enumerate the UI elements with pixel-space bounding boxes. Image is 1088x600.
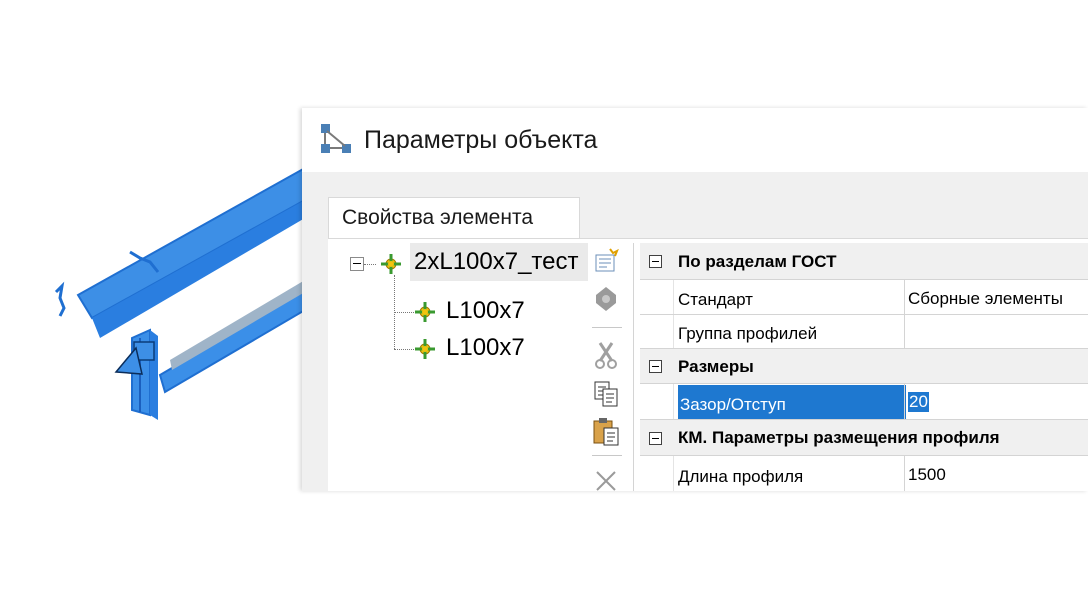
collapse-icon[interactable] <box>649 360 662 373</box>
category-gost[interactable]: По разделам ГОСТ <box>640 243 1088 280</box>
new-element-button[interactable] <box>586 245 626 279</box>
gear-icon <box>596 287 616 311</box>
settings-button[interactable] <box>586 281 626 315</box>
model-viewport[interactable] <box>0 110 306 490</box>
tree-child-item[interactable]: L100x7 <box>446 297 525 325</box>
copy-button[interactable] <box>586 377 626 411</box>
property-row-standard[interactable]: Стандарт Сборные элементы <box>640 280 1088 315</box>
property-value[interactable]: Сборные элементы <box>908 289 1063 309</box>
copy-icon <box>594 381 618 407</box>
object-parameters-dialog: Параметры объекта Свойства элемента 2xL1… <box>302 108 1088 491</box>
gap-value-input[interactable]: 20 <box>908 392 929 412</box>
category-label: КМ. Параметры размещения профиля <box>678 428 1000 447</box>
category-label: Размеры <box>678 357 754 376</box>
title-bar: Параметры объекта <box>302 108 1088 172</box>
tree-root-label: 2xL100x7_тест <box>414 248 579 275</box>
collapse-icon[interactable] <box>649 432 662 445</box>
category-label: По разделам ГОСТ <box>678 252 837 271</box>
tree-collapse-toggle[interactable] <box>350 257 364 271</box>
cut-button[interactable] <box>586 337 626 371</box>
tree-child-item[interactable]: L100x7 <box>446 334 525 362</box>
property-row-profile-group[interactable]: Группа профилей <box>640 315 1088 349</box>
beam-3d-model[interactable] <box>0 110 306 490</box>
property-name: Группа профилей <box>678 324 818 343</box>
property-name: Стандарт <box>678 290 753 309</box>
cut-icon <box>595 342 617 369</box>
parameters-icon <box>321 124 351 153</box>
property-row-gap[interactable]: Зазор/Отступ 20 <box>640 384 1088 420</box>
category-dimensions[interactable]: Размеры <box>640 349 1088 384</box>
element-node-icon <box>415 302 435 322</box>
tab-element-properties[interactable]: Свойства элемента <box>328 197 580 239</box>
delete-icon <box>596 471 616 491</box>
property-value[interactable]: 1500 <box>908 465 946 485</box>
new-element-icon <box>595 248 619 272</box>
paste-icon <box>593 418 619 446</box>
property-name: Длина профиля <box>678 467 804 486</box>
dialog-title: Параметры объекта <box>364 126 598 154</box>
collapse-icon[interactable] <box>649 255 662 268</box>
assembly-node-icon <box>381 254 401 274</box>
property-name-selected: Зазор/Отступ <box>678 385 906 419</box>
element-node-icon <box>415 339 435 359</box>
tab-label: Свойства элемента <box>342 206 534 229</box>
property-name: Зазор/Отступ <box>680 395 786 414</box>
delete-button[interactable] <box>586 463 626 491</box>
paste-button[interactable] <box>586 415 626 449</box>
tree-toolbar <box>586 243 626 491</box>
property-row-length[interactable]: Длина профиля 1500 <box>640 456 1088 491</box>
category-km-placement[interactable]: КМ. Параметры размещения профиля <box>640 420 1088 456</box>
tab-content: 2xL100x7_тест L100x7 L100x7 По разделам … <box>328 238 1088 491</box>
